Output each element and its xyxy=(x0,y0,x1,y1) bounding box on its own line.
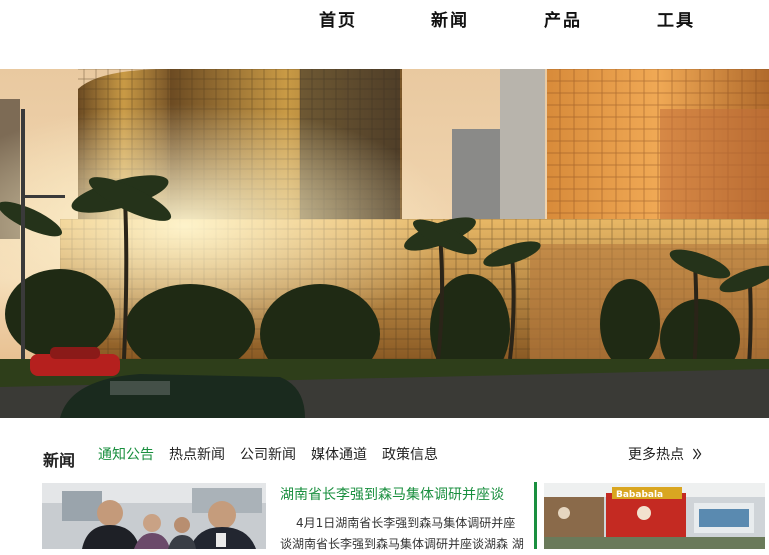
tab-policy-info[interactable]: 政策信息 xyxy=(382,444,438,464)
tab-company-news[interactable]: 公司新闻 xyxy=(240,444,296,464)
more-hot-label: 更多热点 xyxy=(628,447,684,463)
news-divider xyxy=(534,482,537,549)
tab-hot-news[interactable]: 热点新闻 xyxy=(169,444,225,464)
thumb2-sign-text: Bababala xyxy=(616,490,663,500)
nav-item-news[interactable]: 新闻 xyxy=(431,6,469,31)
tab-notices[interactable]: 通知公告 xyxy=(98,444,154,464)
news-thumbnail-photo[interactable] xyxy=(42,483,266,549)
nav-item-products[interactable]: 产品 xyxy=(544,6,582,31)
news-tab-bar: 新闻 通知公告 热点新闻 公司新闻 媒体通道 政策信息 更多热点 xyxy=(0,432,769,472)
news-section-title: 新闻 xyxy=(43,451,76,470)
top-navigation: 首页 新闻 产品 工具 xyxy=(0,0,769,69)
nav-item-tools[interactable]: 工具 xyxy=(657,6,695,31)
news-headline-link[interactable]: 湖南省长李强到森马集体调研并座谈 xyxy=(280,484,504,504)
news-thumbnail-store[interactable]: Bababala xyxy=(544,483,765,549)
tab-media-channel[interactable]: 媒体通道 xyxy=(311,444,367,464)
nav-item-home[interactable]: 首页 xyxy=(319,6,357,31)
svg-text:Bababala: Bababala xyxy=(616,490,663,500)
hero-banner[interactable] xyxy=(0,69,769,418)
more-hot-link[interactable]: 更多热点 xyxy=(628,444,702,464)
banner-image xyxy=(0,69,769,418)
chevron-right-icon xyxy=(692,447,702,463)
